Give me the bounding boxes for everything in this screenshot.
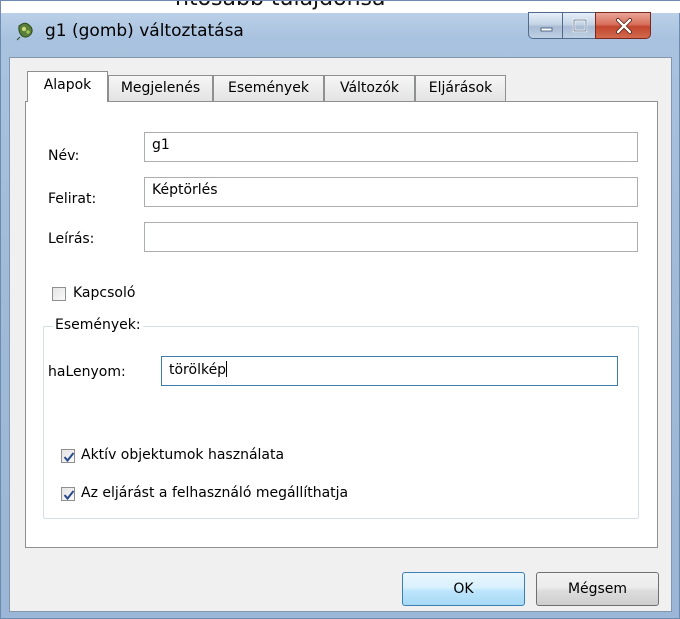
switch-checkbox[interactable] <box>52 287 66 301</box>
ok-button[interactable]: OK <box>402 572 525 606</box>
caption-label: Felirat: <box>48 191 97 207</box>
events-group-label: Események: <box>53 317 143 333</box>
checkmark-icon <box>63 490 75 501</box>
name-label: Név: <box>48 148 80 164</box>
minimize-icon <box>540 27 553 32</box>
description-label: Leírás: <box>48 231 95 247</box>
dialog-window: ntosabb tulajdonsá g1 (gomb) változtatás… <box>0 0 680 619</box>
active-objects-label[interactable]: Aktív objektumok használata <box>81 447 284 463</box>
maximize-icon <box>572 18 588 33</box>
background-text: ntosabb tulajdonsá <box>175 1 385 11</box>
onclick-value: törölkép <box>169 362 227 378</box>
caption-field[interactable]: Képtörlés <box>144 177 638 207</box>
maximize-button[interactable] <box>562 12 596 39</box>
text-caret <box>226 361 228 377</box>
description-field[interactable] <box>144 222 638 252</box>
cancel-button[interactable]: Mégsem <box>536 572 659 606</box>
user-can-stop-checkbox[interactable] <box>61 487 75 501</box>
user-can-stop-label[interactable]: Az eljárást a felhasználó megállíthatja <box>81 485 348 501</box>
tab-eljarasok[interactable]: Eljárások <box>415 75 506 101</box>
window-title: g1 (gomb) változtatása <box>45 21 244 41</box>
active-objects-checkbox[interactable] <box>61 449 75 463</box>
name-field[interactable]: g1 <box>144 132 638 162</box>
close-icon <box>616 18 632 34</box>
tab-megjelenes[interactable]: Megjelenés <box>108 75 213 101</box>
switch-label[interactable]: Kapcsoló <box>73 285 135 301</box>
minimize-button[interactable] <box>528 12 563 39</box>
tab-valtozok[interactable]: Változók <box>324 75 415 101</box>
close-button[interactable] <box>595 12 651 39</box>
title-bar[interactable]: g1 (gomb) változtatása <box>1 12 680 57</box>
tab-esemenyek[interactable]: Események <box>213 75 324 101</box>
tab-alapok[interactable]: Alapok <box>27 71 108 102</box>
onclick-label: haLenyom: <box>48 364 126 380</box>
app-icon <box>16 22 33 41</box>
checkmark-icon <box>63 452 75 463</box>
onclick-field[interactable]: törölkép <box>161 356 618 386</box>
